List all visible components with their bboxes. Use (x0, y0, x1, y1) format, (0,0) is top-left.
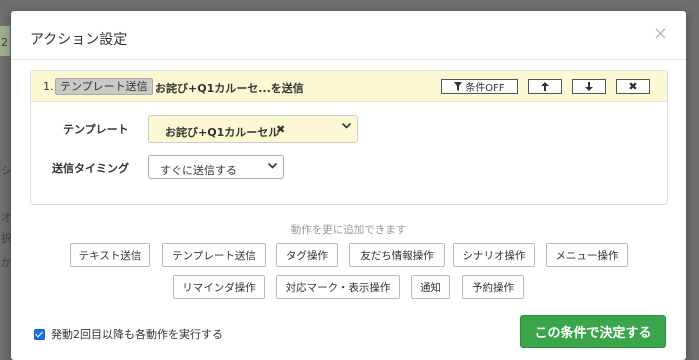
repeat-checkbox[interactable] (34, 328, 45, 340)
close-icon[interactable]: × (653, 25, 668, 43)
repeat-option: 発動2回目以降も各動作を実行する (34, 326, 223, 342)
timing-label: 送信タイミング (52, 162, 129, 175)
template-value: お詫び+Q1カルーセル (165, 126, 280, 139)
add-template-send-button[interactable]: テンプレート送信 (162, 243, 266, 267)
add-tag-operation-button[interactable]: タグ操作 (276, 243, 338, 267)
add-menu-button[interactable]: メニュー操作 (546, 243, 628, 267)
add-text-send-button[interactable]: テキスト送信 (70, 243, 150, 267)
submit-button[interactable]: この条件で決定する (520, 315, 666, 348)
filter-icon (454, 82, 463, 91)
add-friend-info-button[interactable]: 友だち情報操作 (349, 243, 445, 267)
template-select[interactable]: お詫び+Q1カルーセル ✖ (148, 115, 358, 143)
action-type-badge: テンプレート送信 (55, 78, 153, 95)
move-down-button[interactable] (572, 79, 606, 94)
add-notify-button[interactable]: 通知 (411, 275, 450, 299)
background-text: 2 (1, 36, 8, 49)
chevron-down-icon (341, 121, 352, 132)
add-reminder-button[interactable]: リマインダ操作 (173, 275, 265, 299)
timing-select[interactable]: すぐに送信する (148, 155, 284, 179)
add-reservation-button[interactable]: 予約操作 (462, 275, 524, 299)
action-number: 1. (43, 80, 54, 93)
arrow-down-icon (585, 82, 593, 91)
condition-toggle-label: 条件OFF (465, 83, 505, 94)
action-settings-modal: アクション設定 × 1. テンプレート送信 お詫び+Q1カルーセ...を送信 条… (11, 11, 686, 360)
arrow-up-icon (541, 82, 549, 91)
add-actions-caption: 動作を更に追加できます (290, 224, 407, 236)
condition-toggle-button[interactable]: 条件OFF (441, 79, 518, 94)
action-name: お詫び+Q1カルーセ...を送信 (155, 82, 304, 95)
template-label: テンプレート (63, 123, 129, 136)
action-card: 1. テンプレート送信 お詫び+Q1カルーセ...を送信 条件OFF ✖ テンプ… (30, 70, 668, 205)
add-mark-display-button[interactable]: 対応マーク・表示操作 (276, 275, 400, 299)
action-header: 1. テンプレート送信 お詫び+Q1カルーセ...を送信 条件OFF ✖ (31, 71, 667, 102)
delete-action-button[interactable]: ✖ (616, 79, 650, 94)
repeat-label: 発動2回目以降も各動作を実行する (51, 328, 223, 341)
add-scenario-button[interactable]: シナリオ操作 (453, 243, 535, 267)
move-up-button[interactable] (528, 79, 562, 94)
close-icon: ✖ (628, 80, 638, 93)
timing-value: すぐに送信する (160, 164, 237, 177)
chevron-down-icon (267, 161, 278, 172)
modal-title: アクション設定 (30, 32, 128, 48)
clear-template-icon[interactable]: ✖ (276, 123, 285, 136)
modal-header: アクション設定 × (11, 11, 686, 60)
